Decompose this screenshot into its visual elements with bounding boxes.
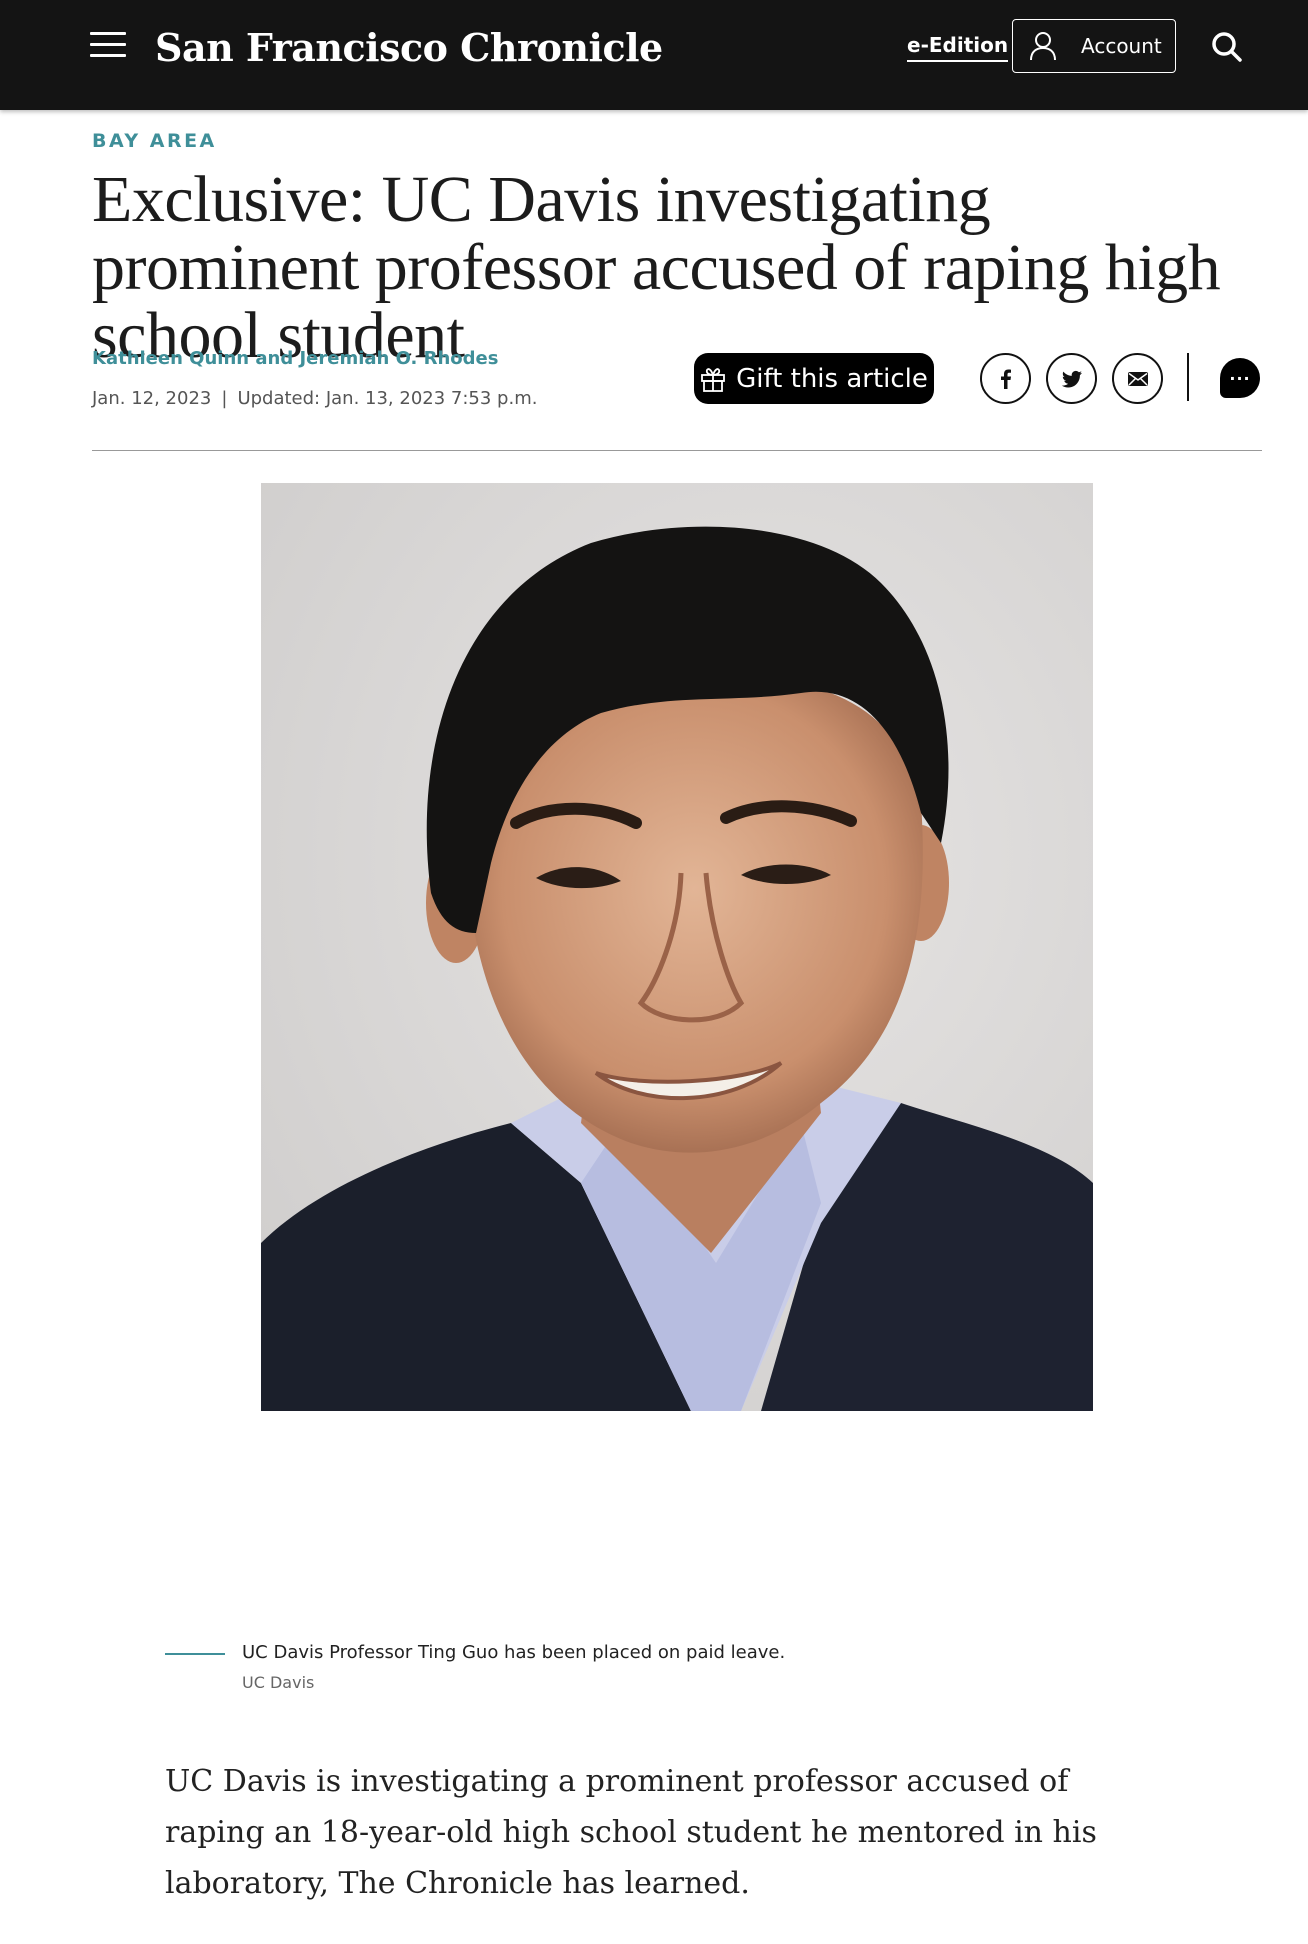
gift-icon [701,367,725,392]
section-label[interactable]: BAY AREA [92,130,217,152]
account-label: Account [1081,34,1162,58]
twitter-share-button[interactable] [1046,353,1097,404]
publish-date: Jan. 12, 2023 [92,388,212,409]
share-divider [1187,353,1189,401]
gift-label: Gift this article [736,363,928,394]
gift-article-button[interactable]: Gift this article [694,353,934,404]
e-edition-link[interactable]: e-Edition [907,32,1009,62]
dateline: Jan. 12, 2023 | Updated: Jan. 13, 2023 7:5… [92,388,537,409]
email-icon [1127,371,1148,386]
email-share-button[interactable] [1112,353,1163,404]
byline[interactable]: Kathleen Quinn and Jeremiah O. Rhodes [92,348,498,369]
photo-credit: UC Davis [242,1673,315,1692]
portrait-image [261,483,1093,1411]
updated-date: Updated: Jan. 13, 2023 7:53 p.m. [237,388,538,409]
search-icon[interactable] [1210,30,1244,64]
user-icon [1030,32,1056,61]
article-lede: UC Davis is investigating a prominent pr… [165,1764,1097,1901]
menu-icon[interactable] [90,32,128,60]
account-button[interactable]: Account [1012,19,1176,73]
facebook-share-button[interactable] [980,353,1031,404]
caption-rule [165,1653,225,1655]
article-headline: Exclusive: UC Davis investigating promin… [92,163,1221,372]
twitter-icon [1061,370,1082,387]
site-logo[interactable]: San Francisco Chronicle [155,18,663,78]
comments-button[interactable]: ··· [1220,358,1260,398]
date-separator: | [221,388,228,409]
article-photo[interactable] [261,483,1093,1411]
facebook-icon [1000,369,1011,389]
header-divider [92,450,1262,451]
site-header: San Francisco Chronicle e-Edition Accoun… [0,0,1308,110]
photo-caption: UC Davis Professor Ting Guo has been pla… [242,1642,786,1663]
